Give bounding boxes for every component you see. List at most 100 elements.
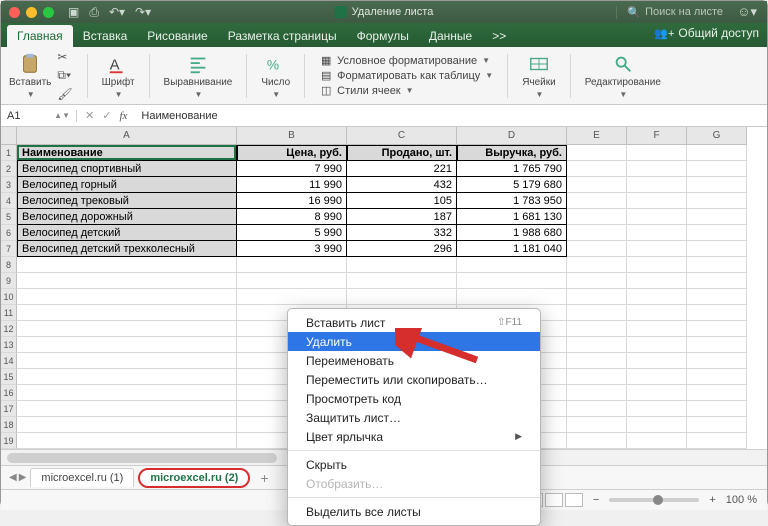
cell[interactable] xyxy=(457,257,567,273)
name-box[interactable]: A1▲▼ xyxy=(1,110,77,122)
cells-button[interactable]: Ячейки▼ xyxy=(522,53,556,99)
sheet-tab-1[interactable]: microexcel.ru (1) xyxy=(30,468,134,487)
cell[interactable] xyxy=(627,433,687,449)
cell[interactable] xyxy=(17,369,237,385)
cell[interactable] xyxy=(687,369,747,385)
ctx-hide-sheet[interactable]: Скрыть xyxy=(288,455,540,474)
cell[interactable]: Продано, шт. xyxy=(347,145,457,161)
row-header-1[interactable]: 1 xyxy=(1,145,17,161)
cell[interactable]: 1 681 130 xyxy=(457,209,567,225)
redo-icon[interactable]: ↷▾ xyxy=(135,5,151,20)
cell[interactable] xyxy=(627,353,687,369)
cell[interactable] xyxy=(627,337,687,353)
cell[interactable] xyxy=(567,177,627,193)
cell[interactable]: 11 990 xyxy=(237,177,347,193)
cell[interactable] xyxy=(347,273,457,289)
cell[interactable] xyxy=(687,433,747,449)
cell[interactable]: 1 783 950 xyxy=(457,193,567,209)
user-account-icon[interactable]: ☺▾ xyxy=(737,4,757,20)
cell[interactable]: Велосипед горный xyxy=(17,177,237,193)
row-header-8[interactable]: 8 xyxy=(1,257,17,273)
cell[interactable] xyxy=(567,369,627,385)
minimize-window-button[interactable] xyxy=(26,7,37,18)
cell[interactable] xyxy=(627,161,687,177)
zoom-in-button[interactable]: + xyxy=(709,494,715,506)
row-header-11[interactable]: 11 xyxy=(1,305,17,321)
cell[interactable] xyxy=(687,321,747,337)
cell[interactable] xyxy=(627,225,687,241)
sheet-nav-buttons[interactable]: ◀▶ xyxy=(9,472,26,483)
close-window-button[interactable] xyxy=(9,7,20,18)
cell[interactable]: 3 990 xyxy=(237,241,347,257)
cell[interactable]: 16 990 xyxy=(237,193,347,209)
cut-icon[interactable]: ✂ xyxy=(57,50,72,64)
col-header-C[interactable]: C xyxy=(347,127,457,145)
cell[interactable] xyxy=(567,257,627,273)
save-icon[interactable]: ▣ xyxy=(68,5,79,20)
cell[interactable] xyxy=(567,193,627,209)
row-headers[interactable]: 1234567891011121314151617181920 xyxy=(1,145,17,465)
cancel-formula-icon[interactable]: ✕ xyxy=(85,109,94,122)
editing-button[interactable]: Редактирование▼ xyxy=(585,53,661,99)
cell[interactable] xyxy=(627,273,687,289)
cell[interactable] xyxy=(567,305,627,321)
col-header-F[interactable]: F xyxy=(627,127,687,145)
cell[interactable] xyxy=(627,145,687,161)
ctx-protect-sheet[interactable]: Защитить лист… xyxy=(288,408,540,427)
cell[interactable]: 1 181 040 xyxy=(457,241,567,257)
cell[interactable] xyxy=(627,417,687,433)
row-header-16[interactable]: 16 xyxy=(1,385,17,401)
copy-icon[interactable]: ⧉▾ xyxy=(57,68,72,83)
cell[interactable] xyxy=(627,177,687,193)
cell[interactable]: 187 xyxy=(347,209,457,225)
cell[interactable] xyxy=(17,433,237,449)
cell[interactable] xyxy=(17,401,237,417)
cell[interactable] xyxy=(347,289,457,305)
format-as-table-button[interactable]: ▤Форматировать как таблицу▼ xyxy=(319,69,493,82)
conditional-formatting-button[interactable]: ▦Условное форматирование▼ xyxy=(319,54,493,67)
cell[interactable]: Велосипед детский трехколесный xyxy=(17,241,237,257)
cell[interactable] xyxy=(567,161,627,177)
cell[interactable]: 5 179 680 xyxy=(457,177,567,193)
accept-formula-icon[interactable]: ✓ xyxy=(102,109,111,122)
cell[interactable] xyxy=(237,273,347,289)
row-header-12[interactable]: 12 xyxy=(1,321,17,337)
paste-button[interactable]: Вставить ▼ xyxy=(9,53,51,99)
cell[interactable] xyxy=(567,385,627,401)
row-header-9[interactable]: 9 xyxy=(1,273,17,289)
cell[interactable] xyxy=(627,193,687,209)
format-painter-icon[interactable]: 🖌 xyxy=(57,87,72,101)
cell[interactable] xyxy=(567,337,627,353)
cell[interactable] xyxy=(687,209,747,225)
tab-more[interactable]: >> xyxy=(482,25,516,47)
alignment-button[interactable]: Выравнивание▼ xyxy=(164,53,233,99)
ctx-rename-sheet[interactable]: Переименовать xyxy=(288,351,540,370)
cell[interactable]: Цена, руб. xyxy=(237,145,347,161)
cell[interactable]: Наименование xyxy=(17,145,237,161)
cell[interactable] xyxy=(17,417,237,433)
ctx-select-all-sheets[interactable]: Выделить все листы xyxy=(288,502,540,521)
ctx-insert-sheet[interactable]: Вставить лист⇧F11 xyxy=(288,313,540,332)
cell[interactable] xyxy=(687,145,747,161)
tab-home[interactable]: Главная xyxy=(7,25,73,47)
font-button[interactable]: A Шрифт▼ xyxy=(102,53,135,99)
cell[interactable] xyxy=(567,353,627,369)
cell[interactable] xyxy=(17,321,237,337)
cell[interactable] xyxy=(567,209,627,225)
cell[interactable] xyxy=(627,321,687,337)
cell[interactable]: 5 990 xyxy=(237,225,347,241)
tab-data[interactable]: Данные xyxy=(419,25,482,47)
cell[interactable] xyxy=(687,401,747,417)
cell[interactable] xyxy=(17,337,237,353)
fx-icon[interactable]: fx xyxy=(119,110,127,122)
cell[interactable] xyxy=(687,177,747,193)
row-header-18[interactable]: 18 xyxy=(1,417,17,433)
tab-draw[interactable]: Рисование xyxy=(137,25,217,47)
cell[interactable] xyxy=(687,257,747,273)
ctx-tab-color[interactable]: Цвет ярлычка▶ xyxy=(288,427,540,446)
cell[interactable] xyxy=(567,241,627,257)
row-header-14[interactable]: 14 xyxy=(1,353,17,369)
cell[interactable] xyxy=(567,417,627,433)
col-header-E[interactable]: E xyxy=(567,127,627,145)
cell[interactable] xyxy=(687,417,747,433)
